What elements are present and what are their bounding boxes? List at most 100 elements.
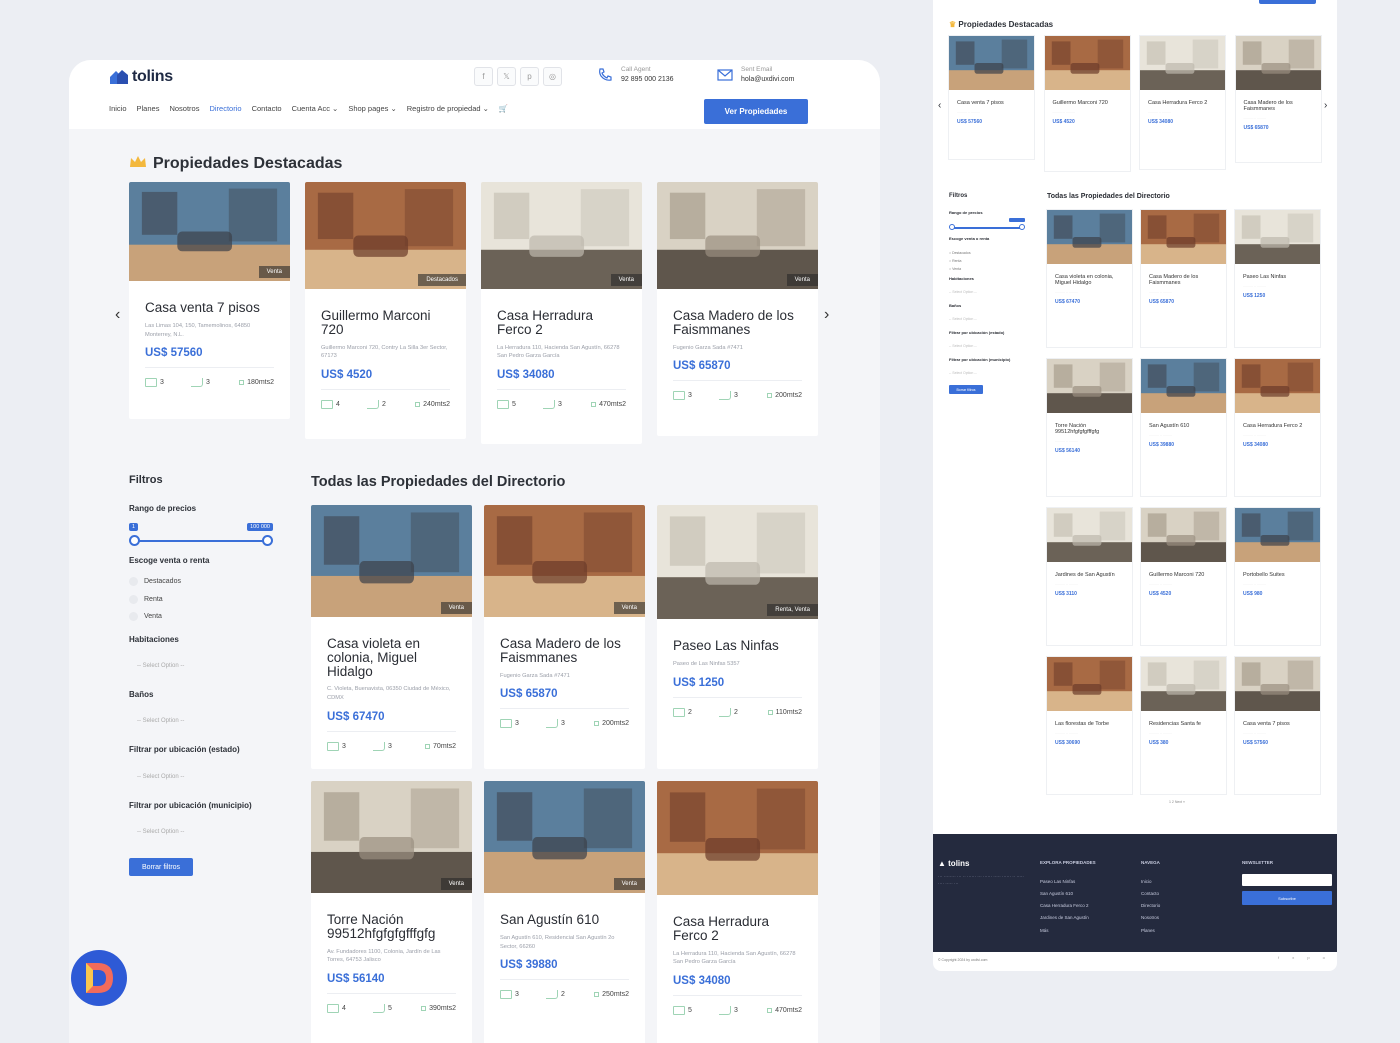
preview-prev-arrow[interactable]: ‹ (938, 100, 941, 111)
preview-card-price: US$ 380 (1149, 739, 1169, 746)
nav-item-5[interactable]: Cuenta Acc ⌄ (292, 104, 339, 113)
preview-card[interactable]: Torre Nación 99512hfgfgfgfffgfg ·········… (1046, 358, 1133, 497)
preview-card[interactable]: Casa Madero de los Faismmanes ·········· … (1140, 209, 1227, 348)
option-sale[interactable]: Venta (129, 612, 162, 621)
property-card[interactable]: Renta, Venta Paseo Las Ninfas Paseo de Las… (657, 505, 818, 769)
property-card[interactable]: Venta Casa venta 7 pisos Las Limas 104, 15… (129, 182, 290, 419)
footer-link[interactable]: Jardines de San Agustín (1040, 912, 1089, 924)
send-email[interactable]: Sent Email hola@uxdivi.com (717, 66, 794, 83)
preview-card[interactable]: Portobello Suites ·········· ·· ·········… (1234, 507, 1321, 646)
preview-card[interactable]: Casa violeta en colonia, Miguel Hidalgo ·… (1046, 209, 1133, 348)
footer-link[interactable]: San Agustín 610 (1040, 888, 1089, 900)
view-properties-button[interactable]: Ver Propiedades (704, 99, 808, 124)
property-image: Renta, Venta (657, 505, 818, 624)
property-card[interactable]: Venta Casa violeta en colonia, Miguel Hid… (311, 505, 472, 769)
preview-card-price: US$ 57560 (957, 118, 983, 125)
property-name[interactable]: Casa Madero de los Faismmanes (484, 637, 645, 665)
property-name[interactable]: Paseo Las Ninfas (657, 639, 818, 653)
footer-link[interactable]: Nosotros (1141, 912, 1160, 924)
nav-item-7[interactable]: Registro de propiedad ⌄ (407, 104, 489, 113)
preview-clear-button[interactable]: Borrar filtros (949, 385, 983, 395)
carousel-prev-arrow[interactable]: ‹ (115, 306, 120, 324)
pinterest-icon[interactable]: p (520, 67, 539, 86)
preview-state-select[interactable]: -- Select Option -- (949, 344, 1025, 348)
property-image: Venta (311, 781, 472, 898)
preview-card[interactable]: Jardines de San Agustín ·········· ·· ···… (1046, 507, 1133, 646)
facebook-icon[interactable]: f (474, 67, 493, 86)
property-name[interactable]: Casa venta 7 pisos (129, 301, 290, 315)
footer-link[interactable]: Más (1040, 925, 1089, 937)
preview-pagination[interactable]: 1 2 Next » (1169, 800, 1185, 804)
preview-baths-select[interactable]: -- Select Option -- (949, 317, 1025, 321)
footer-link[interactable]: Casa Herradura Ferco 2 (1040, 900, 1089, 912)
footer-link[interactable]: Directorio (1141, 900, 1160, 912)
social-glyph: f (482, 72, 485, 81)
clear-filters-button[interactable]: Borrar filtros (129, 858, 193, 876)
cart-icon[interactable]: 🛒 (499, 104, 508, 113)
preview-card[interactable]: Paseo Las Ninfas ·········· ·· ········· U… (1234, 209, 1321, 348)
instagram-icon[interactable]: ◎ (543, 67, 562, 86)
property-card[interactable]: Venta Torre Nación 99512hfgfgfgfffgfg Av. … (311, 781, 472, 1043)
preview-price-slider[interactable] (949, 218, 1025, 232)
preview-next-arrow[interactable]: › (1324, 100, 1327, 111)
preview-card-address: ·········· ·· ········· (957, 109, 980, 114)
preview-card[interactable]: Casa venta 7 pisos ·········· ·· ········… (1234, 656, 1321, 795)
preview-card[interactable]: Guillermo Marconi 720 ·········· ·· ·····… (1043, 35, 1131, 172)
carousel-next-arrow[interactable]: › (824, 306, 829, 324)
preview-city-select[interactable]: -- Select Option -- (949, 371, 1025, 375)
preview-card[interactable]: Las florestas de Torbe ·········· ·· ····… (1046, 656, 1133, 795)
nav-item-2[interactable]: Nosotros (169, 104, 199, 113)
property-name[interactable]: Casa Herradura Ferco 2 (481, 309, 642, 337)
footer-link[interactable]: Paseo Las Ninfas (1040, 876, 1089, 888)
price-max-handle[interactable] (262, 535, 273, 546)
preview-header-button[interactable] (1259, 0, 1316, 4)
property-name[interactable]: San Agustín 610 (484, 913, 645, 927)
price-min-handle[interactable] (129, 535, 140, 546)
newsletter-email-input[interactable] (1242, 874, 1332, 886)
option-featured[interactable]: Destacados (129, 577, 181, 586)
preview-card[interactable]: Casa Madero de los Faismmanes ·········· … (1234, 35, 1322, 163)
bed-icon (327, 741, 339, 751)
preview-card[interactable]: Casa Herradura Ferco 2 ·········· ·· ····… (1139, 35, 1226, 170)
brand-logo[interactable]: tolins (109, 68, 173, 86)
property-name[interactable]: Casa Herradura Ferco 2 (657, 915, 818, 943)
property-card[interactable]: Casa Herradura Ferco 2 La Herradura 110, … (657, 781, 818, 1043)
nav-item-3[interactable]: Directorio (209, 104, 241, 113)
call-agent[interactable]: Call Agent 92 895 000 2136 (597, 66, 674, 83)
preview-card[interactable]: Casa venta 7 pisos ·········· ·· ········… (948, 35, 1035, 160)
footer-link[interactable]: Planes (1141, 925, 1160, 937)
preview-social-icons[interactable]: f x p o (1278, 955, 1331, 960)
property-card[interactable]: Destacados Guillermo Marconi 720 Guillermo… (305, 182, 466, 439)
preview-rooms-select[interactable]: -- Select Option -- (949, 290, 1025, 294)
option-rent[interactable]: Renta (129, 595, 163, 604)
property-name[interactable]: Casa violeta en colonia, Miguel Hidalgo (311, 637, 472, 678)
property-name[interactable]: Torre Nación 99512hfgfgfgfffgfg (311, 913, 472, 941)
property-card[interactable]: Venta San Agustín 610 San Agustín 610, Res… (484, 781, 645, 1043)
preview-card[interactable]: Residencias Santa fe ·········· ·· ······… (1140, 656, 1227, 795)
city-select[interactable]: -- Select Option -- (137, 829, 184, 835)
nav-item-4[interactable]: Contacto (252, 104, 282, 113)
property-card[interactable]: Venta Casa Herradura Ferco 2 La Herradura … (481, 182, 642, 444)
baths-select[interactable]: -- Select Option -- (137, 718, 184, 724)
price-range-slider[interactable]: 1 100 000 (129, 521, 273, 549)
property-features: 3 3 180mts2 (129, 378, 290, 388)
rooms-select[interactable]: -- Select Option -- (137, 663, 184, 669)
state-select[interactable]: -- Select Option -- (137, 774, 184, 780)
nav-item-1[interactable]: Planes (137, 104, 160, 113)
preview-card[interactable]: Guillermo Marconi 720 ·········· ·· ·····… (1140, 507, 1227, 646)
preview-card[interactable]: Casa Herradura Ferco 2 ·········· ·· ····… (1234, 358, 1321, 497)
newsletter-subscribe-button[interactable]: Subscribe (1242, 891, 1332, 905)
footer-link[interactable]: Inicio (1141, 876, 1160, 888)
beds-count: 4 (336, 401, 340, 409)
x-icon[interactable]: 𝕏 (497, 67, 516, 86)
nav-item-0[interactable]: Inicio (109, 104, 127, 113)
bath-icon (373, 1004, 385, 1014)
nav-item-6[interactable]: Shop pages ⌄ (348, 104, 396, 113)
property-name[interactable]: Casa Madero de los Faismmanes (657, 309, 818, 337)
property-name[interactable]: Guillermo Marconi 720 (305, 309, 466, 337)
preview-card[interactable]: San Agustín 610 ·········· ·· ········· US… (1140, 358, 1227, 497)
footer-link[interactable]: Contacto (1141, 888, 1160, 900)
property-card[interactable]: Venta Casa Madero de los Faismmanes Fugeni… (484, 505, 645, 769)
divi-badge-icon[interactable] (71, 950, 127, 1006)
property-card[interactable]: Venta Casa Madero de los Faismmanes Fugeni… (657, 182, 818, 436)
